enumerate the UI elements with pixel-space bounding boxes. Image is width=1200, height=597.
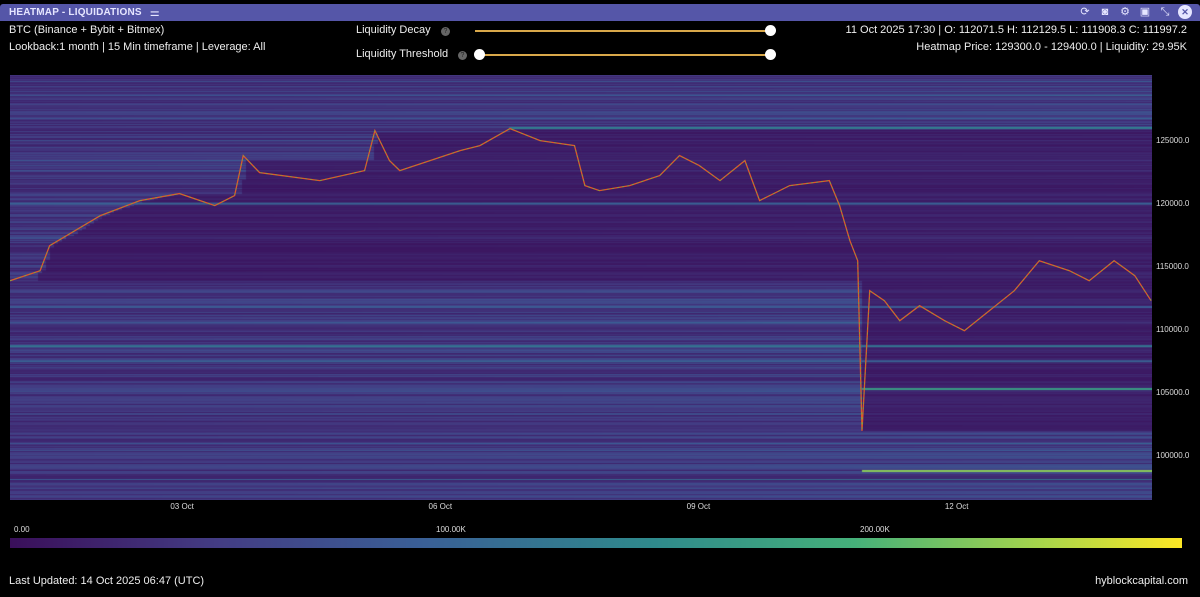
colorbar-mid-label: 100.00K (436, 525, 466, 534)
y-tick-label: 120000.0 (1156, 198, 1190, 208)
settings-summary: Lookback:1 month | 15 Min timeframe | Le… (9, 41, 266, 53)
gear-icon[interactable]: ⚙ (1118, 5, 1132, 19)
slider-handle-max[interactable] (765, 49, 776, 60)
last-updated: Last Updated: 14 Oct 2025 06:47 (UTC) (9, 575, 205, 587)
colorbar (10, 538, 1182, 548)
brand-link[interactable]: hyblockcapital.com (1095, 575, 1188, 587)
camera-icon[interactable]: ◙ (1098, 5, 1112, 19)
settings-sliders-icon[interactable]: ⚌ (150, 6, 160, 19)
liquidity-threshold-label: Liquidity Threshold (356, 48, 449, 60)
save-icon[interactable]: ▣ (1138, 5, 1152, 19)
price-line-up-segments (10, 128, 1152, 431)
help-icon[interactable]: ? (441, 27, 450, 36)
heatmap-hover-readout: Heatmap Price: 129300.0 - 129400.0 | Liq… (916, 41, 1187, 53)
price-line (10, 127, 1152, 431)
x-tick-label: 09 Oct (686, 502, 711, 511)
slider-handle-min[interactable] (474, 49, 485, 60)
window-title: HEATMAP - LIQUIDATIONS (9, 7, 142, 18)
x-tick-label: 03 Oct (170, 502, 194, 511)
liquidity-decay-label: Liquidity Decay (356, 24, 431, 36)
liquidity-decay-slider[interactable] (475, 25, 776, 36)
symbol-label: BTC (Binance + Bybit + Bitmex) (9, 24, 165, 36)
help-icon[interactable]: ? (458, 51, 467, 60)
price-overlay (10, 127, 1152, 431)
heatmap-plot[interactable] (10, 75, 1152, 500)
window-titlebar: HEATMAP - LIQUIDATIONS ⚌ ⟳ ◙ ⚙ ▣ ⤡ ✕ (0, 4, 1200, 21)
ohlc-readout: 11 Oct 2025 17:30 | O: 112071.5 H: 11212… (845, 24, 1187, 36)
slider-handle[interactable] (765, 25, 776, 36)
y-tick-label: 100000.0 (1156, 450, 1190, 460)
expand-icon[interactable]: ⤡ (1158, 5, 1172, 19)
colorbar-high-label: 200.00K (860, 525, 890, 534)
y-tick-label: 105000.0 (1156, 387, 1190, 397)
y-tick-label: 125000.0 (1156, 135, 1190, 145)
colorbar-min-label: 0.00 (14, 525, 30, 534)
y-tick-label: 110000.0 (1156, 324, 1189, 334)
x-tick-label: 06 Oct (428, 502, 453, 511)
close-icon[interactable]: ✕ (1178, 5, 1192, 19)
y-tick-label: 115000.0 (1156, 261, 1189, 271)
refresh-icon[interactable]: ⟳ (1078, 5, 1092, 19)
x-tick-label: 12 Oct (944, 502, 969, 511)
liquidity-threshold-slider[interactable] (474, 49, 776, 60)
